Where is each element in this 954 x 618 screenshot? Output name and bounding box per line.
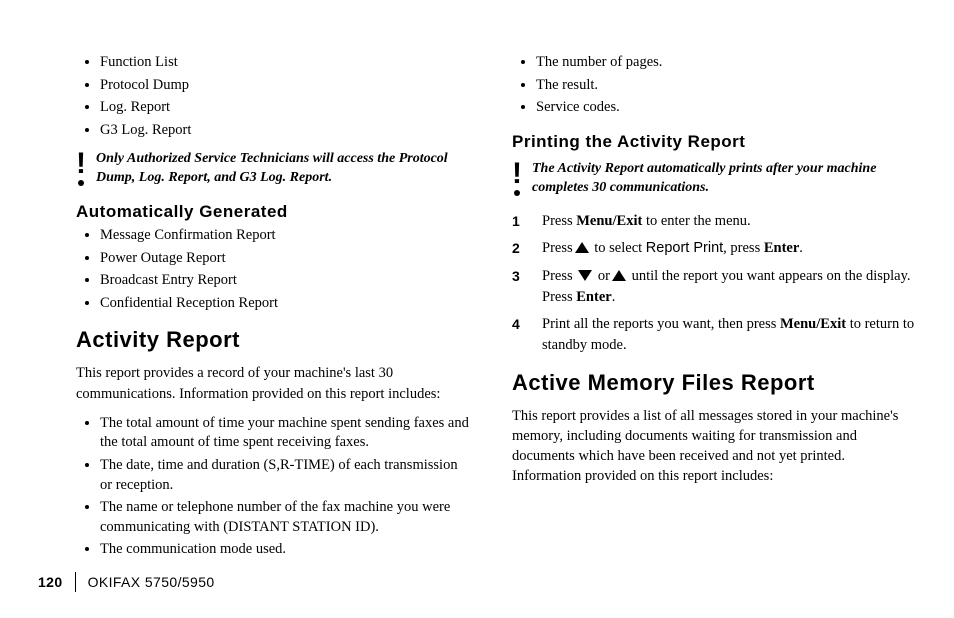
heading-active-memory: Active Memory Files Report <box>512 370 916 396</box>
active-memory-paragraph: This report provides a list of all messa… <box>512 406 916 487</box>
key-name: Menu/Exit <box>576 213 642 229</box>
product-model: OKIFAX 5750/5950 <box>88 574 215 590</box>
column-left: Function List Protocol Dump Log. Report … <box>76 50 470 618</box>
list-item: The communication mode used. <box>100 540 470 560</box>
list-item: G3 Log. Report <box>100 121 470 141</box>
list-activity-includes: The total amount of time your machine sp… <box>76 414 470 560</box>
step-1: Press Menu/Exit to enter the menu. <box>512 211 916 232</box>
alert-text: Only Authorized Service Technicians will… <box>96 150 470 188</box>
list-auto-generated: Message Confirmation Report Power Outage… <box>76 226 470 313</box>
exclamation-icon: ! <box>76 152 86 186</box>
list-item: The date, time and duration (S,R-TIME) o… <box>100 456 470 495</box>
heading-activity-report: Activity Report <box>76 327 470 353</box>
column-right: The number of pages. The result. Service… <box>512 50 916 618</box>
step-3: Press or until the report you want appea… <box>512 266 916 308</box>
list-item: The result. <box>536 76 916 96</box>
key-name: Enter <box>576 289 611 305</box>
up-arrow-icon <box>612 270 626 281</box>
step-4: Print all the reports you want, then pre… <box>512 314 916 356</box>
heading-printing-activity: Printing the Activity Report <box>512 132 916 152</box>
down-arrow-icon <box>578 270 592 281</box>
step-text: . <box>799 240 803 256</box>
list-item: Message Confirmation Report <box>100 226 470 246</box>
list-item: Confidential Reception Report <box>100 294 470 314</box>
step-text: or <box>594 268 610 284</box>
exclamation-icon: ! <box>512 162 522 196</box>
list-item: Broadcast Entry Report <box>100 271 470 291</box>
list-item: The total amount of time your machine sp… <box>100 414 470 453</box>
list-item: Log. Report <box>100 98 470 118</box>
step-text: Press <box>542 213 576 229</box>
page-footer: 120 OKIFAX 5750/5950 <box>38 572 215 592</box>
step-text: , press <box>723 240 764 256</box>
list-activity-includes-cont: The number of pages. The result. Service… <box>512 53 916 118</box>
step-text: Print all the reports you want, then pre… <box>542 316 780 332</box>
step-text: to select <box>591 240 646 256</box>
list-item: Power Outage Report <box>100 249 470 269</box>
up-arrow-icon <box>575 242 589 253</box>
activity-paragraph: This report provides a record of your ma… <box>76 363 470 404</box>
page-number: 120 <box>38 574 63 590</box>
steps-printing: Press Menu/Exit to enter the menu. Press… <box>512 211 916 355</box>
heading-auto-generated: Automatically Generated <box>76 202 470 222</box>
list-item: Function List <box>100 53 470 73</box>
list-item: The number of pages. <box>536 53 916 73</box>
step-text: . <box>612 289 616 305</box>
divider <box>75 572 76 592</box>
alert-text: The Activity Report automatically prints… <box>532 160 916 198</box>
step-text: Press <box>542 268 576 284</box>
list-function-reports: Function List Protocol Dump Log. Report … <box>76 53 470 140</box>
step-text: to enter the menu. <box>642 213 750 229</box>
key-name: Menu/Exit <box>780 316 846 332</box>
key-name: Enter <box>764 240 799 256</box>
step-2: Press to select Report Print, press Ente… <box>512 238 916 259</box>
alert-technicians: ! Only Authorized Service Technicians wi… <box>76 150 470 188</box>
document-page: Function List Protocol Dump Log. Report … <box>0 0 954 618</box>
menu-option: Report Print <box>646 240 723 256</box>
alert-autoprint: ! The Activity Report automatically prin… <box>512 160 916 198</box>
step-text: Press <box>542 240 573 256</box>
list-item: Service codes. <box>536 98 916 118</box>
list-item: The name or telephone number of the fax … <box>100 498 470 537</box>
list-item: Protocol Dump <box>100 76 470 96</box>
